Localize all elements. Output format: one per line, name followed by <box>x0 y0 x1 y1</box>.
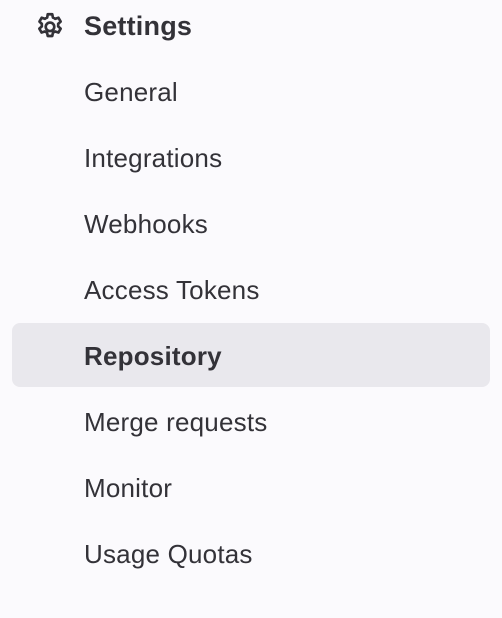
nav-item-label: Usage Quotas <box>84 538 253 569</box>
settings-section-header[interactable]: Settings <box>34 0 192 52</box>
settings-sidebar: Settings General Integrations Webhooks A… <box>0 0 502 618</box>
nav-item-label: General <box>84 76 178 107</box>
nav-item-label: Merge requests <box>84 406 268 437</box>
nav-item-label: Repository <box>84 340 222 371</box>
nav-item-label: Monitor <box>84 472 173 503</box>
nav-item-usage-quotas[interactable]: Usage Quotas <box>0 521 502 587</box>
nav-item-integrations[interactable]: Integrations <box>0 125 502 191</box>
nav-item-merge-requests[interactable]: Merge requests <box>0 389 502 455</box>
gear-icon <box>34 10 66 42</box>
nav-item-general[interactable]: General <box>0 59 502 125</box>
nav-item-webhooks[interactable]: Webhooks <box>0 191 502 257</box>
nav-item-label: Webhooks <box>84 208 208 239</box>
nav-item-label: Access Tokens <box>84 274 260 305</box>
settings-nav-list: General Integrations Webhooks Access Tok… <box>0 59 502 587</box>
nav-item-label: Integrations <box>84 142 223 173</box>
nav-item-repository[interactable]: Repository <box>0 323 502 389</box>
nav-item-access-tokens[interactable]: Access Tokens <box>0 257 502 323</box>
nav-item-monitor[interactable]: Monitor <box>0 455 502 521</box>
section-title: Settings <box>84 10 193 41</box>
